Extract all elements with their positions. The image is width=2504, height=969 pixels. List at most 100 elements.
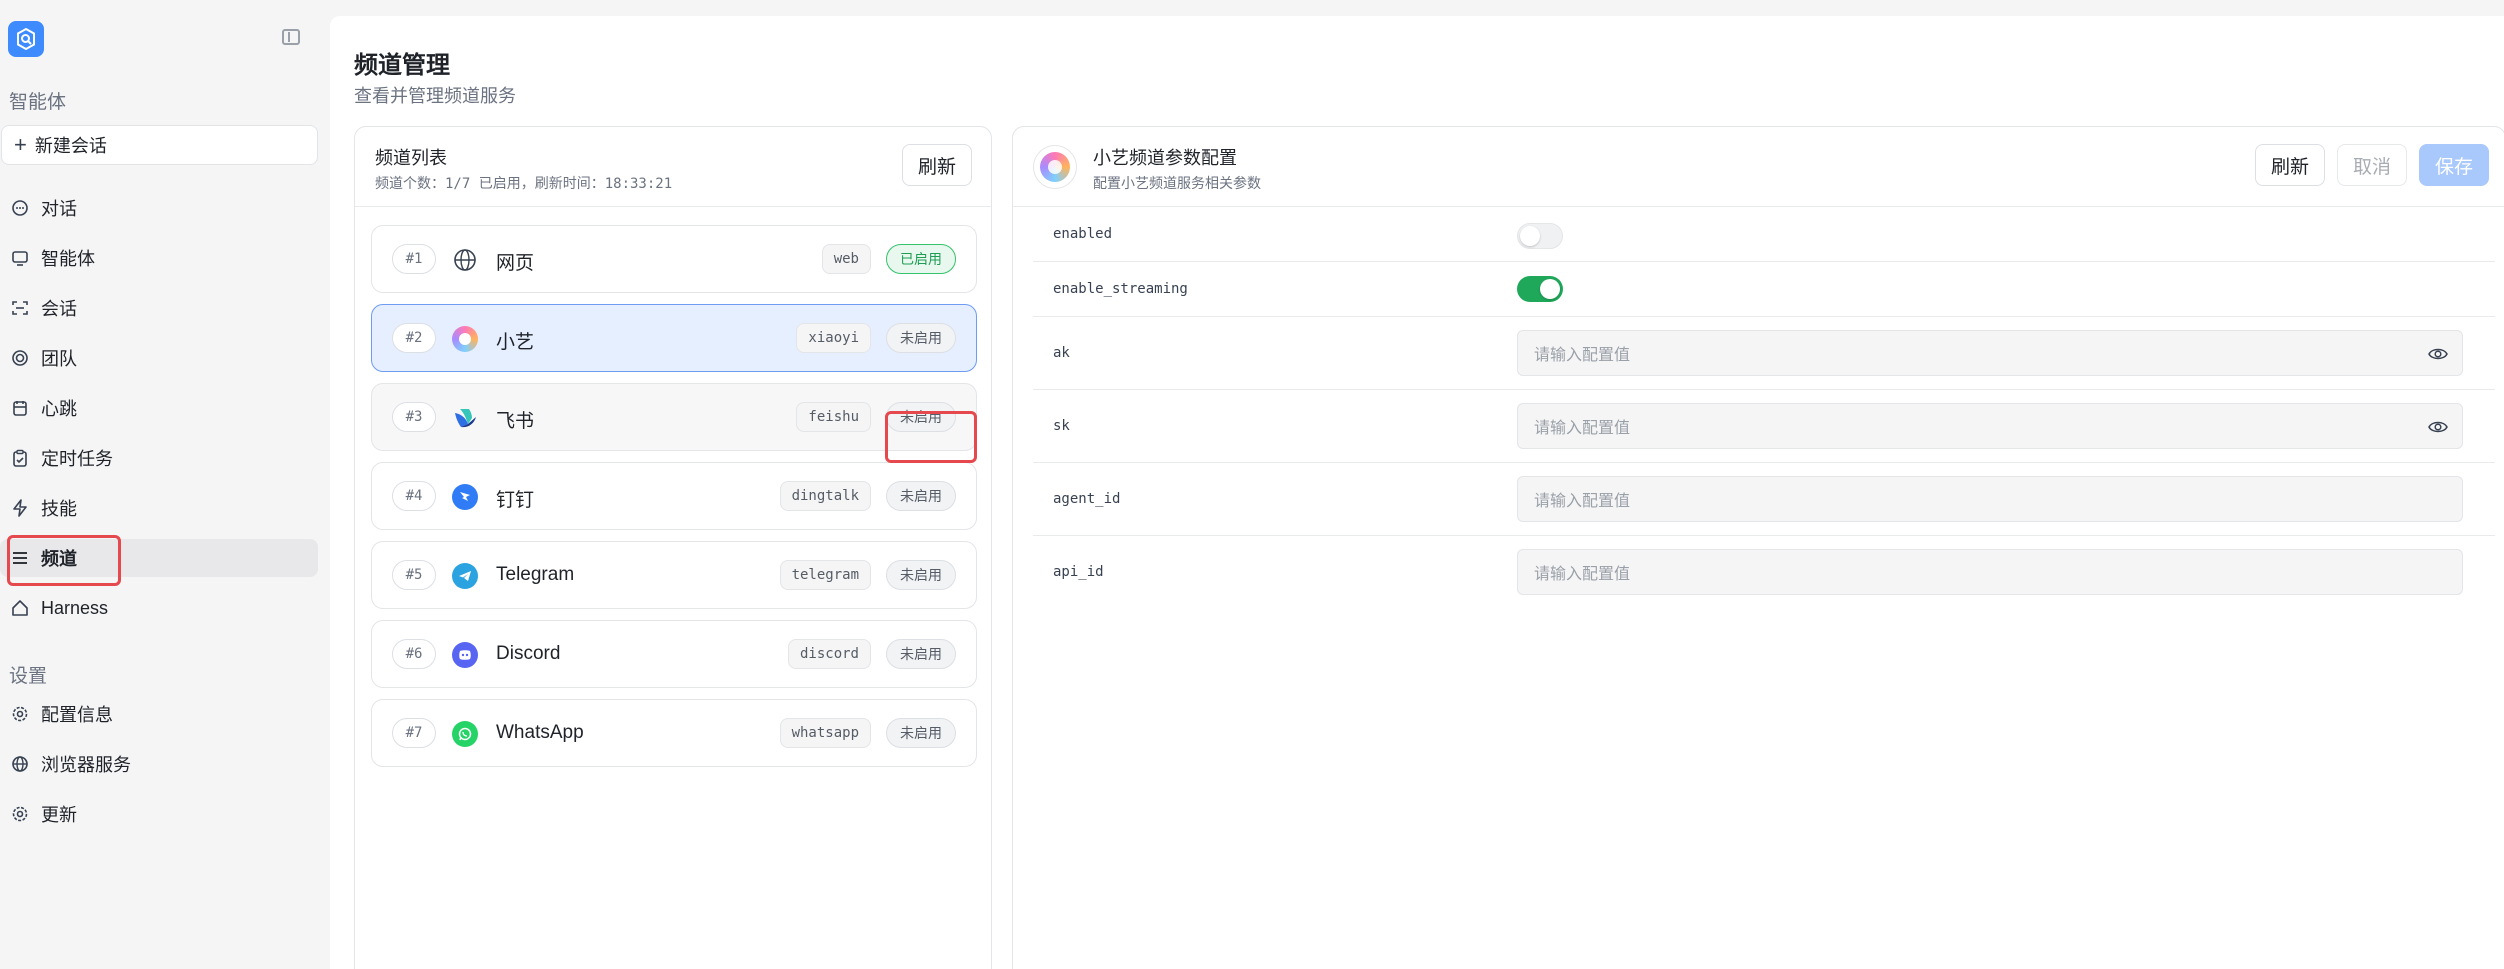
new-chat-button[interactable]: + 新建会话: [1, 125, 318, 165]
config-key: enable_streaming: [1053, 281, 1188, 297]
channel-status-badge: 未启用: [886, 323, 956, 353]
channel-tag: web: [821, 244, 871, 274]
team-icon: [10, 348, 30, 368]
sidebar-item-label: 智能体: [41, 249, 95, 269]
eye-icon[interactable]: [2428, 344, 2448, 364]
config-key: api_id: [1053, 564, 1104, 580]
sidebar-item-heartbeat[interactable]: 心跳: [0, 389, 318, 427]
config-key: ak: [1053, 345, 1070, 361]
config-key: agent_id: [1053, 491, 1121, 507]
api-id-input[interactable]: 请输入配置值: [1517, 549, 2463, 595]
sidebar: 智能体 + 新建会话 对话 智能体 会话 团队 心跳 定时任务 技能 频道 Ha…: [0, 0, 328, 969]
gear-icon: [10, 804, 30, 824]
channel-card-telegram[interactable]: #5 Telegram telegram 未启用: [371, 541, 977, 609]
enable-streaming-toggle[interactable]: [1517, 276, 1563, 302]
save-button[interactable]: 保存: [2419, 144, 2489, 186]
sidebar-item-skills[interactable]: 技能: [0, 489, 318, 527]
sidebar-item-browser-service[interactable]: 浏览器服务: [0, 745, 318, 783]
channel-card-feishu[interactable]: #3 飞书 feishu 未启用: [371, 383, 977, 451]
sidebar-item-label: 对话: [41, 199, 77, 219]
config-key: sk: [1053, 418, 1070, 434]
monitor-icon: [10, 248, 30, 268]
channel-tag: whatsapp: [779, 718, 871, 748]
channel-status-badge: 未启用: [886, 402, 956, 432]
sidebar-item-chat[interactable]: 对话: [0, 189, 318, 227]
sidebar-item-config-info[interactable]: 配置信息: [0, 695, 318, 733]
channel-status-badge: 未启用: [886, 718, 956, 748]
channel-number: #2: [392, 323, 436, 353]
main-content: 频道管理 查看并管理频道服务 频道列表 频道个数：1/7 已启用，刷新时间：18…: [330, 16, 2504, 969]
channel-name: Telegram: [496, 564, 575, 585]
api-id-placeholder: 请输入配置值: [1534, 566, 1631, 583]
list-icon: [10, 548, 30, 568]
eye-icon[interactable]: [2428, 417, 2448, 437]
sidebar-item-agent[interactable]: 智能体: [0, 239, 318, 277]
sidebar-item-label: 技能: [41, 499, 77, 519]
sidebar-item-label: 频道: [41, 549, 77, 569]
channel-tag: dingtalk: [779, 481, 871, 511]
sidebar-item-label: 浏览器服务: [41, 755, 131, 775]
enabled-toggle[interactable]: [1517, 223, 1563, 249]
channel-tag: discord: [787, 639, 871, 669]
whatsapp-icon: [452, 721, 478, 747]
channel-name: 网页: [496, 253, 535, 274]
sidebar-item-label: Harness: [41, 597, 109, 618]
home-icon: [10, 598, 30, 618]
globe-icon: [10, 754, 30, 774]
bolt-icon: [10, 498, 30, 518]
plus-icon: +: [14, 132, 27, 157]
channel-status-badge: 已启用: [886, 244, 956, 274]
channel-name: 飞书: [496, 411, 535, 432]
sidebar-item-update[interactable]: 更新: [0, 795, 318, 833]
logo-icon: [17, 27, 35, 51]
config-row-api-id: api_id 请输入配置值: [1033, 536, 2495, 609]
channel-card-dingtalk[interactable]: #4 钉钉 dingtalk 未启用: [371, 462, 977, 530]
config-key: enabled: [1053, 226, 1113, 242]
ak-input[interactable]: 请输入配置值: [1517, 330, 2463, 376]
sk-placeholder: 请输入配置值: [1534, 420, 1631, 437]
chat-icon: [10, 198, 30, 218]
channel-card-web[interactable]: #1 网页 web 已启用: [371, 225, 977, 293]
channel-tag: feishu: [796, 402, 871, 432]
channel-card-whatsapp[interactable]: #7 WhatsApp whatsapp 未启用: [371, 699, 977, 767]
channel-card-discord[interactable]: #6 Discord discord 未启用: [371, 620, 977, 688]
sidebar-item-label: 定时任务: [41, 449, 113, 469]
config-row-enabled: enabled: [1033, 207, 2495, 262]
xiaoyi-icon: [452, 326, 478, 352]
channel-number: #1: [392, 244, 436, 274]
config-header: 小艺频道参数配置 配置小艺频道服务相关参数 刷新 取消 保存: [1013, 127, 2504, 207]
channel-tag: xiaoyi: [796, 323, 871, 353]
sidebar-item-label: 团队: [41, 349, 77, 369]
config-refresh-button[interactable]: 刷新: [2255, 144, 2325, 186]
channel-number: #4: [392, 481, 436, 511]
agent-id-input[interactable]: 请输入配置值: [1517, 476, 2463, 522]
channel-refresh-button[interactable]: 刷新: [902, 144, 972, 186]
sidebar-item-team[interactable]: 团队: [0, 339, 318, 377]
sk-input[interactable]: 请输入配置值: [1517, 403, 2463, 449]
section-settings-label: 设置: [9, 666, 48, 687]
sidebar-item-session[interactable]: 会话: [0, 289, 318, 327]
channel-card-xiaoyi[interactable]: #2 小艺 xiaoyi 未启用: [371, 304, 977, 372]
config-subtitle: 配置小艺频道服务相关参数: [1093, 175, 1261, 191]
sidebar-item-scheduled-tasks[interactable]: 定时任务: [0, 439, 318, 477]
config-row-ak: ak 请输入配置值: [1033, 317, 2495, 390]
xiaoyi-icon: [1033, 145, 1077, 189]
channel-number: #6: [392, 639, 436, 669]
config-panel: 小艺频道参数配置 配置小艺频道服务相关参数 刷新 取消 保存 enabled e…: [1012, 126, 2504, 969]
cancel-button[interactable]: 取消: [2337, 144, 2407, 186]
heartbeat-icon: [10, 398, 30, 418]
collapse-sidebar-icon[interactable]: [282, 29, 300, 45]
page-subtitle: 查看并管理频道服务: [354, 86, 516, 106]
sidebar-item-label: 心跳: [41, 399, 77, 419]
sidebar-item-harness[interactable]: Harness: [0, 589, 318, 627]
globe-icon: [452, 247, 478, 273]
sidebar-item-channels[interactable]: 频道: [0, 539, 318, 577]
sidebar-item-label: 会话: [41, 299, 77, 319]
channel-list-title: 频道列表: [375, 148, 447, 168]
app-logo[interactable]: [8, 21, 44, 57]
dingtalk-icon: [452, 484, 478, 510]
gear-icon: [10, 704, 30, 724]
session-icon: [10, 298, 30, 318]
channel-number: #3: [392, 402, 436, 432]
discord-icon: [452, 642, 478, 668]
